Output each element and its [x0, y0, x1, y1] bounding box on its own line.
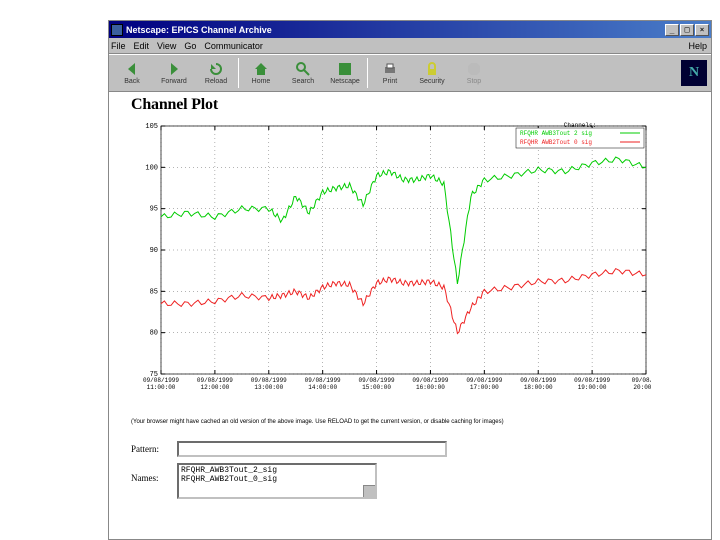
menu-file[interactable]: File: [111, 41, 126, 51]
home-icon: [253, 61, 269, 77]
svg-text:09/08/19: 09/08/19: [632, 377, 651, 384]
security-label: Security: [419, 78, 444, 85]
window-close-button[interactable]: ×: [695, 24, 709, 36]
window-maximize-button[interactable]: □: [680, 24, 694, 36]
svg-text:09/08/1999: 09/08/1999: [466, 377, 502, 384]
forward-label: Forward: [161, 78, 187, 85]
svg-text:17:00:00: 17:00:00: [470, 384, 499, 391]
svg-text:09/08/1999: 09/08/1999: [143, 377, 179, 384]
svg-text:15:00:00: 15:00:00: [362, 384, 391, 391]
svg-text:09/08/1999: 09/08/1999: [251, 377, 287, 384]
back-icon: [124, 61, 140, 77]
svg-text:18:00:00: 18:00:00: [524, 384, 553, 391]
toolbar-separator: [238, 58, 239, 88]
pattern-row: Pattern:: [131, 441, 701, 457]
app-window: Netscape: EPICS Channel Archive _ □ × Fi…: [108, 20, 712, 540]
netscape-logo: N: [681, 60, 707, 86]
back-button[interactable]: Back: [111, 56, 153, 90]
forward-button[interactable]: Forward: [153, 56, 195, 90]
svg-text:95: 95: [150, 206, 158, 214]
search-label: Search: [292, 78, 314, 85]
svg-text:09/08/1999: 09/08/1999: [197, 377, 233, 384]
svg-text:16:00:00: 16:00:00: [416, 384, 445, 391]
svg-text:09/08/1999: 09/08/1999: [574, 377, 610, 384]
forward-icon: [166, 61, 182, 77]
svg-text:09/08/1999: 09/08/1999: [412, 377, 448, 384]
menu-go[interactable]: Go: [184, 41, 196, 51]
print-label: Print: [383, 78, 397, 85]
window-minimize-button[interactable]: _: [665, 24, 679, 36]
svg-text:80: 80: [150, 330, 158, 338]
menu-communicator[interactable]: Communicator: [204, 41, 263, 51]
svg-text:RFQHR AWB3Tout 2 sig: RFQHR AWB3Tout 2 sig: [520, 130, 592, 137]
window-title: Netscape: EPICS Channel Archive: [126, 25, 664, 35]
print-button[interactable]: Print: [369, 56, 411, 90]
list-item[interactable]: RFQHR_AWB2Tout_0_sig: [181, 475, 373, 484]
svg-text:90: 90: [150, 247, 158, 255]
svg-text:14:00:00: 14:00:00: [308, 384, 337, 391]
svg-text:RFQHR AWB2Tout 0 sig: RFQHR AWB2Tout 0 sig: [520, 139, 592, 146]
svg-text:09/08/1999: 09/08/1999: [520, 377, 556, 384]
page-content: Channel Plot 7580859095100105Channels:RF…: [109, 92, 711, 539]
svg-text:100: 100: [145, 164, 158, 172]
names-row: Names: RFQHR_AWB3Tout_2_sig RFQHR_AWB2To…: [131, 463, 701, 499]
svg-text:Channels:: Channels:: [564, 122, 596, 129]
svg-text:85: 85: [150, 288, 158, 296]
svg-text:20:00:0: 20:00:0: [633, 384, 651, 391]
names-select[interactable]: RFQHR_AWB3Tout_2_sig RFQHR_AWB2Tout_0_si…: [177, 463, 377, 499]
reload-label: Reload: [205, 78, 227, 85]
lock-icon: [424, 61, 440, 77]
names-label: Names:: [131, 463, 177, 483]
svg-text:11:00:00: 11:00:00: [147, 384, 176, 391]
netscape-icon: [337, 61, 353, 77]
svg-text:105: 105: [145, 123, 158, 131]
stop-icon: [466, 61, 482, 77]
title-bar: Netscape: EPICS Channel Archive _ □ ×: [109, 21, 711, 38]
pattern-input[interactable]: [177, 441, 447, 457]
search-icon: [295, 61, 311, 77]
app-icon: [111, 24, 123, 36]
cache-advisory: (Your browser might have cached an old v…: [131, 419, 701, 425]
stop-button[interactable]: Stop: [453, 56, 495, 90]
page-title: Channel Plot: [131, 96, 701, 114]
svg-text:09/08/1999: 09/08/1999: [359, 377, 395, 384]
print-icon: [382, 61, 398, 77]
toolbar: Back Forward Reload Home Search Netscape…: [109, 54, 711, 92]
security-button[interactable]: Security: [411, 56, 453, 90]
home-button[interactable]: Home: [240, 56, 282, 90]
channel-chart: 7580859095100105Channels:RFQHR AWB3Tout …: [131, 118, 651, 408]
toolbar-separator: [367, 58, 368, 88]
svg-text:13:00:00: 13:00:00: [254, 384, 283, 391]
list-item[interactable]: RFQHR_AWB3Tout_2_sig: [181, 466, 373, 475]
home-label: Home: [252, 78, 271, 85]
menu-help[interactable]: Help: [688, 41, 707, 51]
menu-edit[interactable]: Edit: [134, 41, 150, 51]
svg-text:19:00:00: 19:00:00: [578, 384, 607, 391]
svg-text:09/08/1999: 09/08/1999: [305, 377, 341, 384]
resize-handle[interactable]: [363, 485, 375, 497]
stop-label: Stop: [467, 78, 481, 85]
menu-bar: File Edit View Go Communicator Help: [109, 38, 711, 54]
netscape-label: Netscape: [330, 78, 360, 85]
back-label: Back: [124, 78, 140, 85]
search-button[interactable]: Search: [282, 56, 324, 90]
menu-view[interactable]: View: [157, 41, 176, 51]
netscape-button[interactable]: Netscape: [324, 56, 366, 90]
reload-button[interactable]: Reload: [195, 56, 237, 90]
reload-icon: [208, 61, 224, 77]
pattern-label: Pattern:: [131, 444, 177, 454]
svg-text:12:00:00: 12:00:00: [200, 384, 229, 391]
